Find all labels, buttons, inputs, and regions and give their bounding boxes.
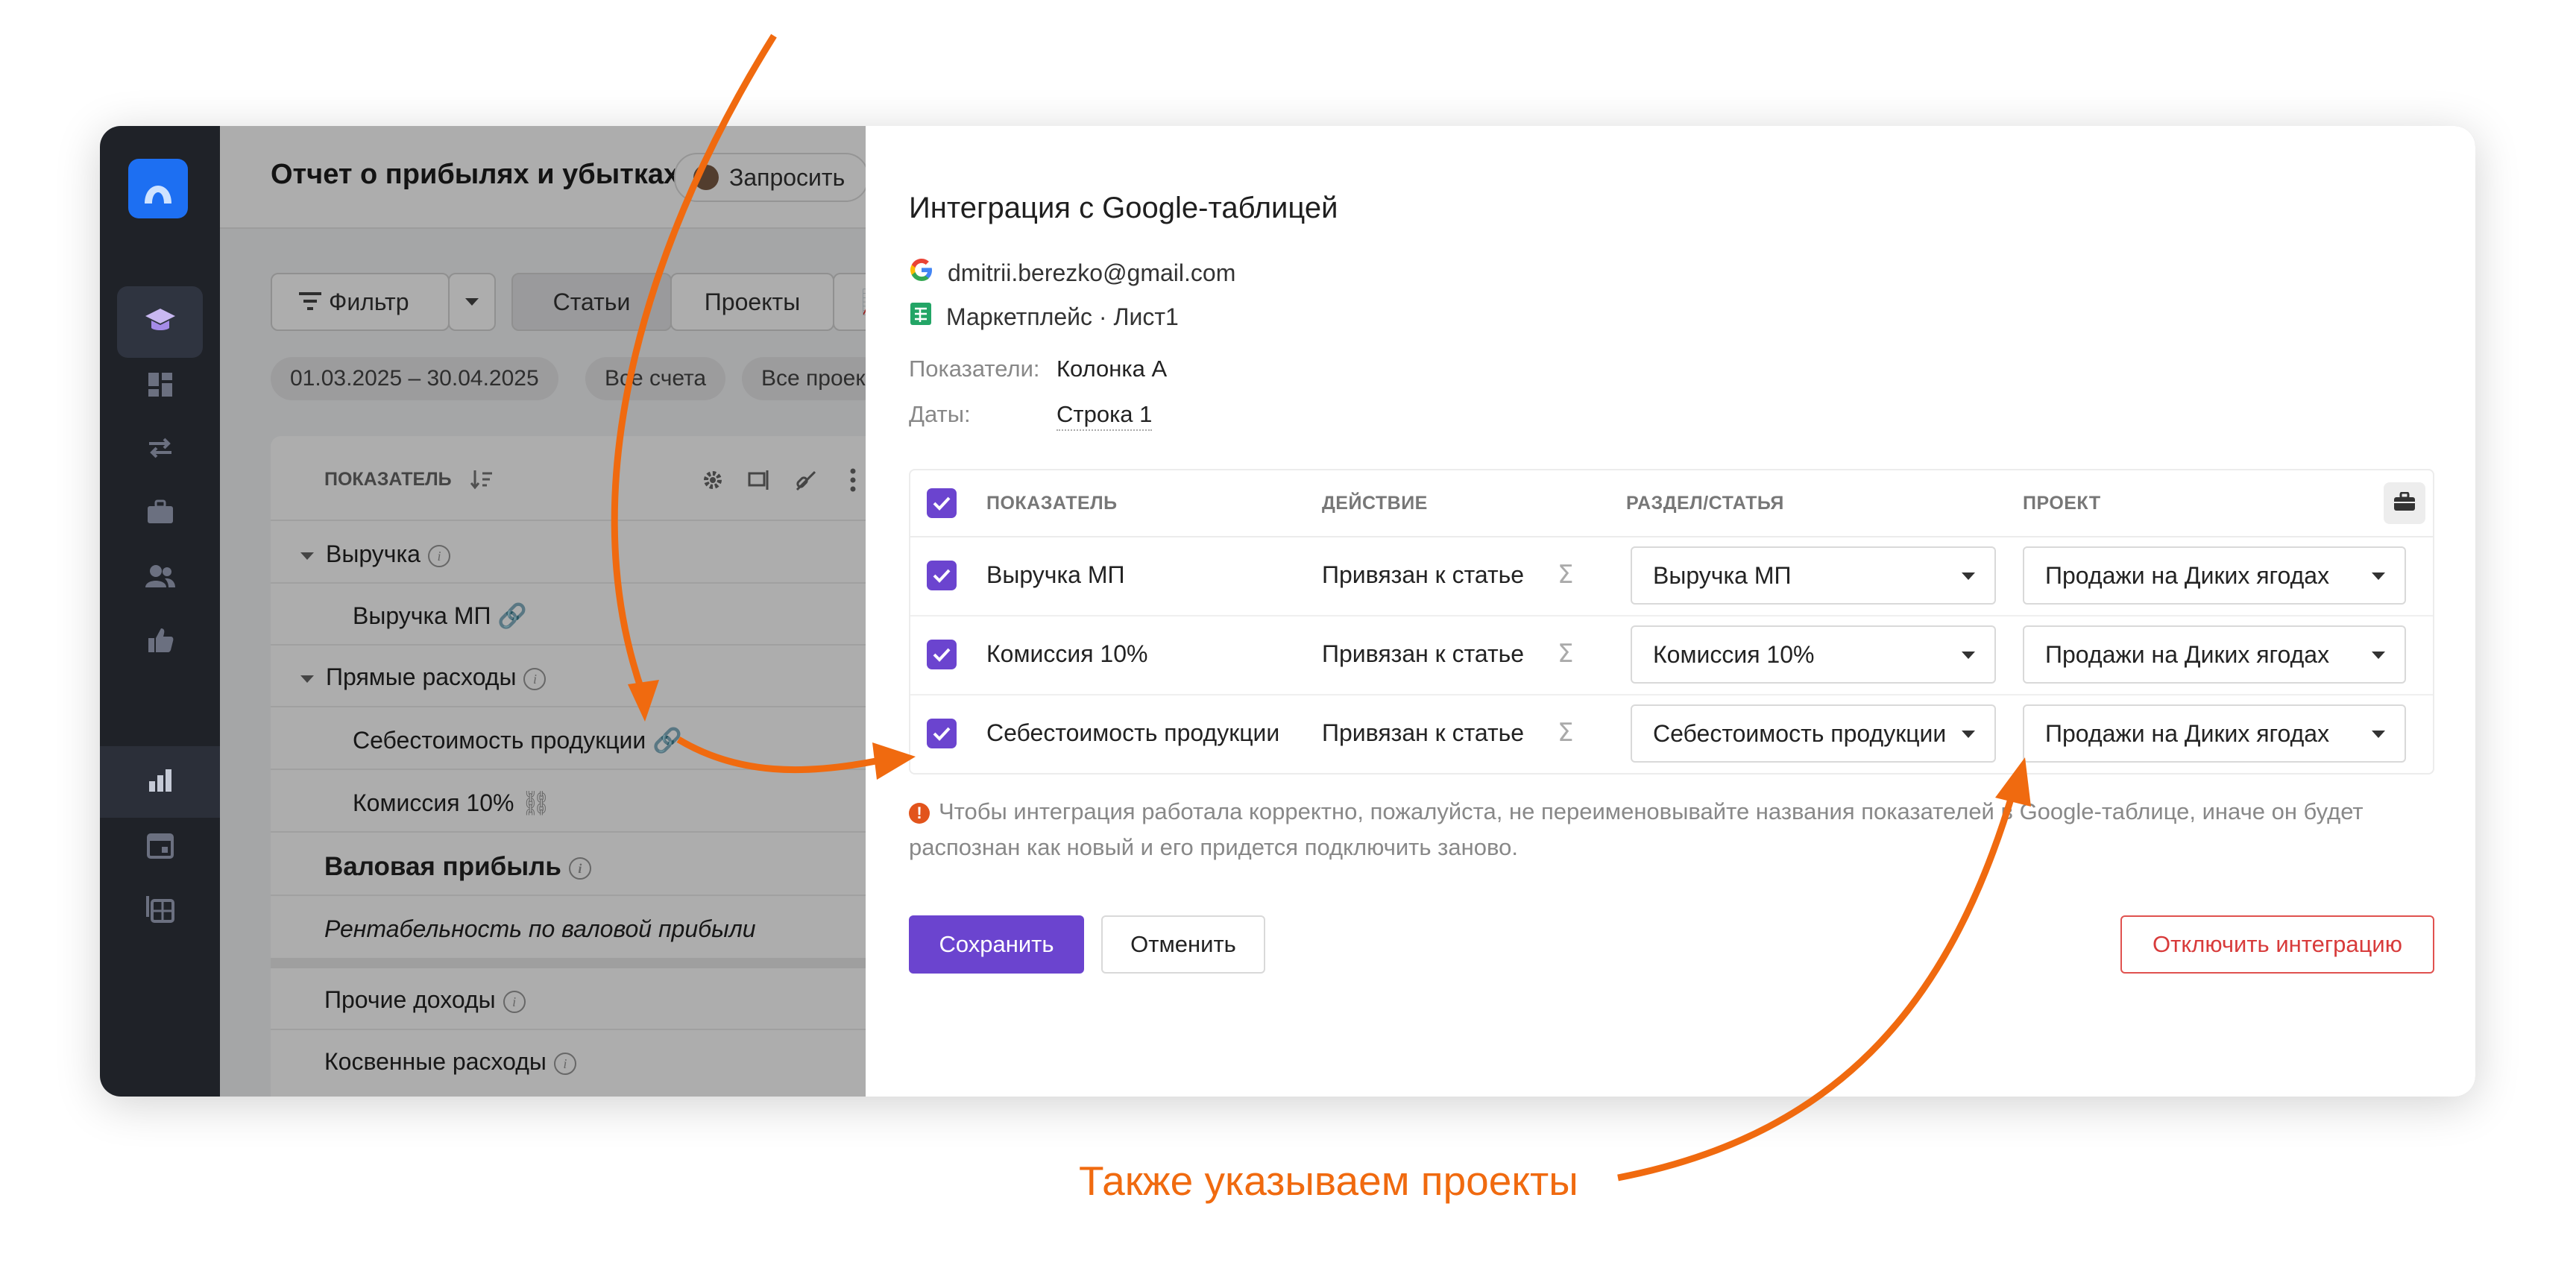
chevron-down-icon [2372, 572, 2385, 580]
table-row: Выручка МП Привязан к статье Σ Выручка М… [910, 536, 2433, 616]
checkmark-icon [933, 727, 951, 741]
section-select-value: Выручка МП [1653, 561, 1792, 589]
header-indicator: ПОКАЗАТЕЛЬ [986, 493, 1118, 514]
google-icon [909, 257, 934, 288]
chevron-down-icon [1962, 652, 1975, 659]
project-settings-button[interactable] [2384, 482, 2425, 524]
select-all-checkbox[interactable] [927, 488, 957, 518]
table-row: Себестоимость продукции Привязан к стать… [910, 694, 2433, 773]
sidebar-item-transfers[interactable] [117, 414, 203, 485]
table-row: Комиссия 10% Привязан к статье Σ Комисси… [910, 615, 2433, 695]
chevron-down-icon [1962, 731, 1975, 738]
warning-icon: ! [909, 802, 930, 824]
section-select[interactable]: Комиссия 10% [1631, 625, 1996, 684]
section-select[interactable]: Выручка МП [1631, 546, 1996, 605]
disconnect-integration-button[interactable]: Отключить интеграцию [2120, 915, 2434, 974]
row-checkbox[interactable] [927, 561, 957, 590]
sidebar-item-calendar[interactable] [117, 810, 203, 882]
checkmark-icon [933, 496, 951, 511]
action-text: Привязан к статье [1322, 640, 1525, 667]
indicator-name: Выручка МП [986, 561, 1125, 588]
indicators-value[interactable]: Колонка А [1056, 356, 1167, 382]
checkmark-icon [933, 569, 951, 583]
project-select-value: Продажи на Диких ягодах [2045, 640, 2330, 668]
warning-text: Чтобы интеграция работала корректно, пож… [909, 798, 2364, 860]
mapping-table: ПОКАЗАТЕЛЬ ДЕЙСТВИЕ РАЗДЕЛ/СТАТЬЯ ПРОЕКТ… [909, 469, 2434, 775]
project-select[interactable]: Продажи на Диких ягодах [2023, 546, 2406, 605]
thumbs-up-icon [147, 627, 174, 657]
chevron-down-icon [2372, 652, 2385, 659]
sidebar-rail [100, 126, 220, 1097]
warning-message: ! Чтобы интеграция работала корректно, по… [909, 794, 2430, 865]
sheet-row: Маркетплейс · Лист1 [909, 301, 1179, 332]
section-select[interactable]: Себестоимость продукции [1631, 704, 1996, 763]
header-action: ДЕЙСТВИЕ [1322, 493, 1428, 514]
section-select-value: Комиссия 10% [1653, 640, 1815, 668]
users-icon [145, 564, 175, 593]
chevron-down-icon [2372, 731, 2385, 738]
row-checkbox[interactable] [927, 640, 957, 669]
app-logo[interactable] [128, 159, 188, 218]
calendar-icon [146, 830, 174, 862]
header-section: РАЗДЕЛ/СТАТЬЯ [1626, 493, 1784, 514]
section-select-value: Себестоимость продукции [1653, 719, 1947, 747]
swap-arrows-icon [146, 435, 174, 465]
bar-chart-icon [148, 768, 173, 797]
mapping-table-header: ПОКАЗАТЕЛЬ ДЕЙСТВИЕ РАЗДЕЛ/СТАТЬЯ ПРОЕКТ [910, 470, 2433, 537]
project-select[interactable]: Продажи на Диких ягодах [2023, 625, 2406, 684]
google-sheets-integration-modal: Интеграция с Google-таблицей dmitrii.ber… [866, 126, 2475, 1097]
cancel-button[interactable]: Отменить [1101, 915, 1265, 974]
indicator-name: Комиссия 10% [986, 640, 1148, 667]
project-select[interactable]: Продажи на Диких ягодах [2023, 704, 2406, 763]
sigma-icon[interactable]: Σ [1558, 639, 1573, 669]
annotation-caption: Также указываем проекты [1079, 1158, 1578, 1204]
account-row: dmitrii.berezko@gmail.com [909, 257, 1235, 288]
dates-value[interactable]: Строка 1 [1056, 401, 1153, 431]
indicator-name: Себестоимость продукции [986, 719, 1280, 746]
project-select-value: Продажи на Диких ягодах [2045, 561, 2330, 589]
briefcase-icon [146, 499, 174, 529]
sheet-name: Маркетплейс · Лист1 [946, 303, 1179, 330]
action-text: Привязан к статье [1322, 719, 1525, 746]
graduation-cap-icon [142, 303, 178, 342]
sidebar-item-learning[interactable] [117, 286, 203, 358]
account-email: dmitrii.berezko@gmail.com [948, 259, 1236, 286]
table-calc-icon [145, 895, 174, 927]
dashboard-icon [147, 371, 174, 402]
sidebar-item-dashboard[interactable] [117, 350, 203, 422]
indicators-label: Показатели: [909, 356, 1040, 382]
dates-label: Даты: [909, 401, 971, 427]
sidebar-item-contacts[interactable] [117, 542, 203, 613]
modal-title: Интеграция с Google-таблицей [909, 192, 1338, 224]
google-sheets-icon [909, 301, 933, 332]
checkmark-icon [933, 648, 951, 662]
sidebar-item-calculator[interactable] [117, 874, 203, 946]
action-text: Привязан к статье [1322, 561, 1525, 588]
briefcase-icon [2393, 491, 2416, 515]
sidebar-item-likes[interactable] [117, 606, 203, 678]
project-select-value: Продажи на Диких ягодах [2045, 719, 2330, 747]
header-project: ПРОЕКТ [2023, 493, 2101, 514]
chevron-down-icon [1962, 572, 1975, 580]
sigma-icon[interactable]: Σ [1558, 560, 1573, 590]
sidebar-item-projects[interactable] [117, 478, 203, 549]
save-button[interactable]: Сохранить [909, 915, 1084, 974]
row-checkbox[interactable] [927, 719, 957, 748]
sigma-icon[interactable]: Σ [1558, 718, 1573, 748]
sidebar-item-reports[interactable] [100, 746, 220, 818]
